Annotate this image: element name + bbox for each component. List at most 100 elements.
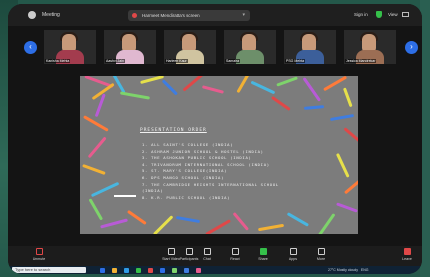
paper-clip-decoration: [257, 223, 285, 231]
chat-button[interactable]: Chat: [194, 248, 220, 261]
shield-icon[interactable]: [376, 11, 382, 18]
paper-clip-decoration: [343, 127, 358, 144]
paper-clip-decoration: [343, 87, 353, 108]
paper-clip-decoration: [140, 76, 164, 84]
paper-clip-decoration: [162, 79, 178, 96]
app-title: Meeting: [42, 12, 60, 18]
language-label: ENG: [360, 268, 369, 272]
participants-icon: [185, 248, 193, 255]
participant-name: PSG Mehta: [285, 59, 306, 63]
slide-title: PRESENTATION ORDER: [140, 128, 207, 133]
previous-page-button[interactable]: ‹: [24, 41, 37, 54]
edge-icon[interactable]: [124, 267, 129, 273]
meeting-window: Meeting Harmeet Mendiratta's screen ▾ Si…: [8, 4, 422, 274]
participant-name: Kanisha Mehta: [45, 59, 71, 63]
next-page-button[interactable]: ›: [405, 41, 418, 54]
meeting-info-button[interactable]: Harmeet Mendiratta's screen ▾: [128, 10, 250, 21]
mute-label: Unmute: [32, 257, 46, 261]
school-item: 3. THE ASHOKAN PUBLIC SCHOOL (INDIA): [142, 155, 252, 161]
school-item: 1. ALL SAINT'S COLLEGE (INDIA): [142, 142, 234, 147]
more-button[interactable]: More: [308, 248, 334, 261]
paper-clip-decoration: [329, 113, 355, 121]
paper-clip-decoration: [232, 212, 250, 231]
task-view-icon[interactable]: [100, 267, 105, 273]
paper-clip-decoration: [344, 176, 358, 194]
react-button[interactable]: React: [222, 248, 248, 261]
zoom-icon[interactable]: [160, 267, 165, 273]
word-icon[interactable]: [184, 267, 189, 273]
school-item: 2. ASHRAM JUNIOR SCHOOL & HOSTEL (INDIA): [142, 148, 264, 154]
paper-clip-decoration: [286, 212, 310, 227]
file-explorer-icon[interactable]: [112, 267, 117, 273]
grid-view-icon[interactable]: [402, 12, 409, 17]
participant-tile[interactable]: Jessica Mandrekar: [344, 30, 396, 64]
paper-clip-decoration: [276, 76, 298, 87]
os-taskbar: Type here to search 27°C Mostly cloudy E…: [8, 266, 422, 274]
participant-tile[interactable]: Samaira: [224, 30, 276, 64]
school-item: 6. DPS MANGO SCHOOL (INDIA): [142, 174, 225, 180]
paper-clip-decoration: [202, 85, 224, 94]
paper-clip-decoration: [336, 152, 350, 178]
weather-status[interactable]: 27°C Mostly cloudy ENG: [328, 268, 369, 272]
paper-clip-decoration: [250, 80, 276, 94]
school-item: 5. ST. MARY'S COLLEGE(INDIA): [142, 168, 228, 174]
recording-icon: [132, 13, 137, 18]
paper-clip-decoration: [303, 105, 325, 110]
school-item: 7. THE CAMBRIDGE HEIGHTS INTERNATIONAL S…: [142, 181, 279, 187]
participant-name: Harleen Kaur: [165, 59, 188, 63]
view-button[interactable]: View: [388, 12, 398, 17]
participant-strip: ‹ Kanisha Mehta Aashvi Jain Harleen Kaur Sa…: [8, 26, 422, 66]
more-icon: [317, 248, 325, 255]
paper-clip-decoration: [120, 91, 150, 100]
paper-clip-decoration: [302, 77, 322, 102]
school-item: (INDIA): [142, 188, 164, 194]
video-icon: [167, 248, 175, 255]
paper-clip-decoration: [83, 115, 109, 132]
title-bar: Meeting Harmeet Mendiratta's screen ▾ Si…: [8, 4, 422, 26]
paper-clip-decoration: [100, 218, 128, 229]
leave-button[interactable]: Leave: [394, 248, 420, 261]
paper-clip-decoration: [271, 95, 291, 111]
paper-clip-decoration: [236, 76, 254, 93]
pointer-line: [114, 195, 136, 197]
paper-clip-decoration: [175, 215, 201, 223]
apps-label: Apps: [288, 257, 298, 261]
paper-clip-decoration: [88, 198, 104, 221]
apps-icon: [289, 248, 297, 255]
leave-label: Leave: [402, 257, 412, 261]
paper-clip-decoration: [316, 213, 336, 234]
meeting-toolbar: Unmute Start Video Participants Chat React Sh…: [8, 246, 422, 266]
paper-clip-decoration: [205, 219, 231, 234]
chat-icon: [203, 248, 211, 255]
share-icon: [259, 248, 267, 255]
share-button[interactable]: Share: [250, 248, 276, 261]
shared-screen: PRESENTATION ORDER 1. ALL SAINT'S COLLEG…: [8, 66, 422, 246]
sign-in-button[interactable]: Sign in: [354, 12, 368, 17]
participant-name: Jessica Mandrekar: [345, 59, 377, 63]
paper-clip-decoration: [82, 163, 106, 175]
participant-tile[interactable]: Aashvi Jain: [104, 30, 156, 64]
more-label: More: [316, 257, 326, 261]
chrome-icon[interactable]: [148, 267, 153, 273]
mute-button[interactable]: Unmute: [26, 248, 52, 261]
mute-icon: [35, 248, 43, 255]
paper-clip-decoration: [152, 215, 174, 234]
participant-name: Aashvi Jain: [105, 59, 125, 63]
presentation-slide: PRESENTATION ORDER 1. ALL SAINT'S COLLEG…: [80, 76, 358, 234]
taskbar-search-input[interactable]: Type here to search: [12, 267, 86, 273]
participant-name: Samaira: [225, 59, 241, 63]
react-icon: [231, 248, 239, 255]
participant-tile[interactable]: Harleen Kaur: [164, 30, 216, 64]
participant-tile[interactable]: PSG Mehta: [284, 30, 336, 64]
paper-clip-decoration: [127, 209, 147, 225]
paper-clip-decoration: [87, 136, 107, 159]
apps-button[interactable]: Apps: [280, 248, 306, 261]
participant-tile[interactable]: Kanisha Mehta: [44, 30, 96, 64]
powerpoint-icon[interactable]: [196, 267, 201, 273]
share-label: Share: [258, 257, 268, 261]
store-icon[interactable]: [136, 267, 141, 273]
school-item: 4. TRIVANDRUM INTERNATIONAL SCHOOL (INDI…: [142, 161, 270, 167]
excel-icon[interactable]: [172, 267, 177, 273]
app-logo-icon: [28, 11, 36, 19]
paper-clip-decoration: [336, 202, 358, 213]
